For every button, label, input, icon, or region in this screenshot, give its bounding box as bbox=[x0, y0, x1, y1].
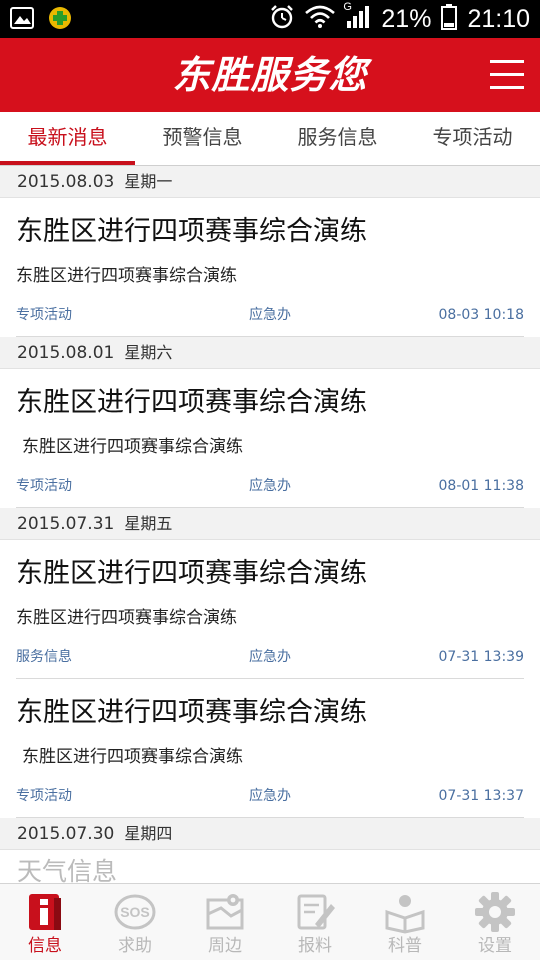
map-icon bbox=[203, 890, 247, 934]
nav-nearby-label: 周边 bbox=[208, 936, 242, 956]
news-summary: 东胜区进行四项赛事综合演练 bbox=[22, 437, 243, 457]
news-summary: 东胜区进行四项赛事综合演练 bbox=[22, 747, 243, 767]
nav-science-label: 科普 bbox=[388, 936, 422, 956]
wifi-icon bbox=[305, 5, 336, 33]
gear-icon bbox=[473, 890, 517, 934]
news-feed[interactable]: 2015.08.03 星期一 东胜区进行四项赛事综合演练 东胜区进行四项赛事综合演… bbox=[0, 166, 540, 883]
nav-report[interactable]: 报料 bbox=[270, 884, 360, 960]
weekday-label: 星期五 bbox=[124, 514, 173, 533]
nav-settings[interactable]: 设置 bbox=[450, 884, 540, 960]
status-bar: G 21% 21:10 bbox=[0, 0, 540, 38]
date-label: 2015.08.01 bbox=[17, 343, 115, 363]
nav-settings-label: 设置 bbox=[478, 936, 512, 956]
tab-service-info[interactable]: 服务信息 bbox=[270, 112, 405, 165]
date-header: 2015.07.30 星期四 bbox=[0, 818, 540, 850]
battery-icon bbox=[441, 4, 458, 34]
news-source: 应急办 bbox=[249, 478, 291, 494]
news-title: 东胜区进行四项赛事综合演练 bbox=[16, 697, 367, 728]
news-category: 专项活动 bbox=[16, 788, 72, 804]
news-time: 08-01 11:38 bbox=[438, 478, 524, 494]
tab-latest-news[interactable]: 最新消息 bbox=[0, 112, 135, 165]
date-label: 2015.07.31 bbox=[17, 514, 115, 534]
news-meta: 服务信息 应急办 07-31 13:39 bbox=[16, 646, 524, 668]
weekday-label: 星期一 bbox=[124, 172, 173, 191]
news-source: 应急办 bbox=[249, 788, 291, 804]
weekday-label: 星期六 bbox=[124, 343, 173, 362]
news-title: 东胜区进行四项赛事综合演练 bbox=[16, 558, 367, 589]
news-title: 东胜区进行四项赛事综合演练 bbox=[16, 387, 367, 418]
nav-sos[interactable]: SOS 求助 bbox=[90, 884, 180, 960]
date-label: 2015.07.30 bbox=[17, 824, 115, 844]
news-meta: 专项活动 应急办 08-03 10:18 bbox=[16, 304, 524, 326]
hamburger-menu-icon[interactable] bbox=[490, 60, 524, 90]
app-header: 东胜服务您 bbox=[0, 38, 540, 112]
news-item[interactable]: 东胜区进行四项赛事综合演练 东胜区进行四项赛事综合演练 专项活动 应急办 08-… bbox=[16, 198, 524, 337]
news-summary: 东胜区进行四项赛事综合演练 bbox=[16, 608, 237, 628]
news-category: 服务信息 bbox=[16, 649, 72, 665]
news-title: 东胜区进行四项赛事综合演练 bbox=[16, 216, 367, 247]
app-title: 东胜服务您 bbox=[172, 53, 368, 97]
news-meta: 专项活动 应急办 08-01 11:38 bbox=[16, 475, 524, 497]
news-item[interactable]: 东胜区进行四项赛事综合演练 东胜区进行四项赛事综合演练 服务信息 应急办 07-… bbox=[16, 540, 524, 679]
news-category: 专项活动 bbox=[16, 478, 72, 494]
image-icon bbox=[10, 7, 34, 33]
date-header: 2015.08.03 星期一 bbox=[0, 166, 540, 198]
category-tabs: 最新消息 预警信息 服务信息 专项活动 bbox=[0, 112, 540, 166]
news-time: 08-03 10:18 bbox=[438, 307, 524, 323]
news-source: 应急办 bbox=[249, 307, 291, 323]
nav-info[interactable]: 信息 bbox=[0, 884, 90, 960]
nav-info-label: 信息 bbox=[28, 936, 62, 956]
weekday-label: 星期四 bbox=[124, 824, 173, 843]
info-icon bbox=[23, 890, 67, 934]
clock: 21:10 bbox=[467, 5, 530, 33]
date-header: 2015.07.31 星期五 bbox=[0, 508, 540, 540]
report-edit-icon bbox=[293, 890, 337, 934]
nav-science[interactable]: 科普 bbox=[360, 884, 450, 960]
news-meta: 专项活动 应急办 07-31 13:37 bbox=[16, 785, 524, 807]
date-label: 2015.08.03 bbox=[17, 172, 115, 192]
news-time: 07-31 13:37 bbox=[438, 788, 524, 804]
news-item[interactable]: 东胜区进行四项赛事综合演练 东胜区进行四项赛事综合演练 专项活动 应急办 08-… bbox=[16, 369, 524, 508]
signal-icon: G bbox=[343, 1, 371, 33]
tab-special-activities[interactable]: 专项活动 bbox=[405, 112, 540, 165]
app-plus-icon bbox=[48, 6, 72, 34]
network-type-label: G bbox=[343, 1, 352, 13]
news-source: 应急办 bbox=[249, 649, 291, 665]
reading-icon bbox=[383, 890, 427, 934]
alarm-icon bbox=[269, 4, 295, 34]
news-summary: 东胜区进行四项赛事综合演练 bbox=[16, 266, 237, 286]
news-time: 07-31 13:39 bbox=[438, 649, 524, 665]
battery-percent: 21% bbox=[381, 5, 432, 33]
sos-icon: SOS bbox=[113, 890, 157, 934]
bottom-navigation: 信息 SOS 求助 周边 报料 科普 设置 bbox=[0, 883, 540, 960]
tab-warning-info[interactable]: 预警信息 bbox=[135, 112, 270, 165]
news-category: 专项活动 bbox=[16, 307, 72, 323]
news-item[interactable]: 东胜区进行四项赛事综合演练 东胜区进行四项赛事综合演练 专项活动 应急办 07-… bbox=[16, 679, 524, 818]
nav-nearby[interactable]: 周边 bbox=[180, 884, 270, 960]
news-title-partial[interactable]: 天气信息 bbox=[0, 854, 540, 883]
svg-text:SOS: SOS bbox=[120, 904, 150, 920]
nav-sos-label: 求助 bbox=[118, 936, 152, 956]
date-header: 2015.08.01 星期六 bbox=[0, 337, 540, 369]
nav-report-label: 报料 bbox=[298, 936, 332, 956]
